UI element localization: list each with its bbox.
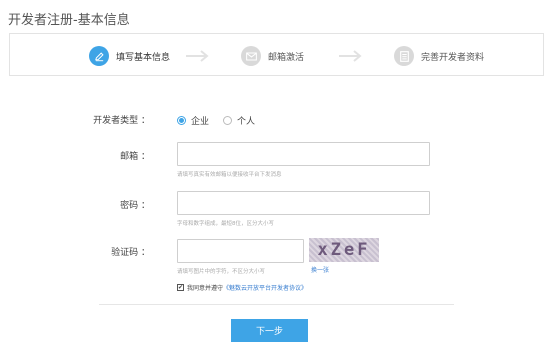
- step-2-label: 邮箱激活: [268, 52, 305, 63]
- divider: [99, 304, 454, 305]
- envelope-icon: [241, 46, 261, 66]
- email-label: 邮箱 ：: [120, 152, 150, 162]
- developer-type-label: 开发者类型 ：: [93, 116, 150, 126]
- agreement-row: ✔ 我同意并遵守 《魅数云开放平台开发者协议》: [177, 283, 307, 292]
- developer-type-radio-group: 企业 个人: [177, 114, 269, 127]
- captcha-image[interactable]: xZeF: [309, 238, 379, 262]
- pencil-icon: [89, 46, 109, 66]
- captcha-hint: 请填写图片中的字符，不区分大小写: [177, 269, 266, 275]
- step-3-label: 完善开发者资料: [421, 52, 485, 63]
- arrow-right-icon: [186, 50, 209, 62]
- page-title: 开发者注册-基本信息: [8, 13, 130, 28]
- radio-personal[interactable]: [223, 116, 233, 125]
- step-1-label: 填写基本信息: [116, 52, 171, 63]
- step-progress-bar: 填写基本信息 邮箱激活 完善开发者资料: [9, 33, 544, 76]
- captcha-field[interactable]: [177, 239, 304, 263]
- agreement-link[interactable]: 《魅数云开放平台开发者协议》: [223, 283, 307, 292]
- email-hint: 请填写真实有效邮箱以便接收平台下发消息: [177, 172, 282, 178]
- next-step-button[interactable]: 下一步: [231, 319, 308, 342]
- password-field[interactable]: [177, 191, 430, 215]
- step-2: 邮箱激活: [241, 46, 304, 66]
- agreement-checkbox[interactable]: ✔: [177, 284, 184, 291]
- email-field[interactable]: [177, 142, 430, 166]
- radio-enterprise-label[interactable]: 企业: [191, 114, 209, 127]
- arrow-right-icon: [339, 50, 362, 62]
- refresh-captcha-link[interactable]: 换一张: [311, 265, 329, 274]
- radio-enterprise[interactable]: [177, 116, 186, 125]
- document-icon: [394, 46, 414, 66]
- password-label: 密码 ：: [120, 201, 150, 211]
- radio-personal-label[interactable]: 个人: [237, 114, 255, 127]
- step-3: 完善开发者资料: [394, 46, 484, 66]
- captcha-label: 验证码 ：: [111, 248, 150, 258]
- agreement-prefix: 我同意并遵守: [187, 285, 224, 292]
- password-hint: 字母和数字组成，最短8位，区分大小写: [177, 221, 275, 227]
- step-1: 填写基本信息: [89, 46, 170, 66]
